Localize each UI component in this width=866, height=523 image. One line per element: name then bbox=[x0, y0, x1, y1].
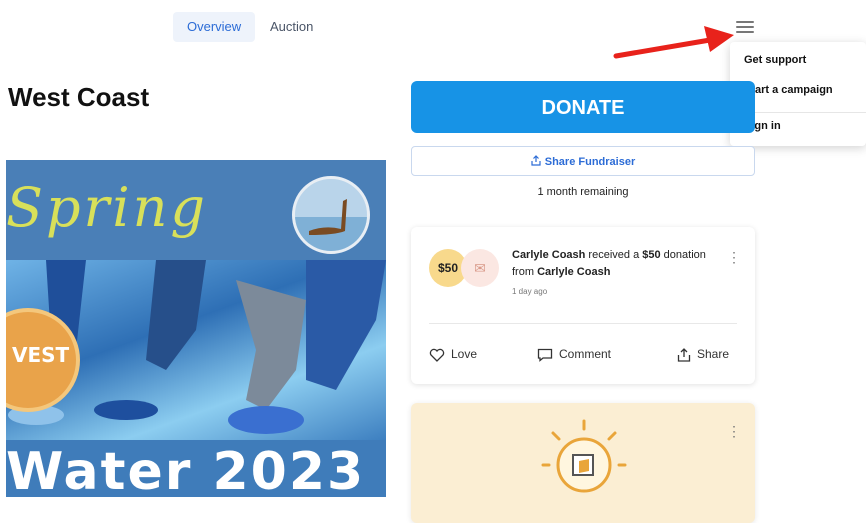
heart-icon bbox=[429, 348, 445, 362]
menu-item-get-support[interactable]: Get support bbox=[744, 54, 806, 66]
tab-auction[interactable]: Auction bbox=[256, 12, 327, 42]
poster-badge-text: VEST bbox=[12, 343, 70, 367]
campaign-title: West Coast bbox=[8, 82, 150, 112]
milestone-card: ⋮ bbox=[411, 403, 755, 523]
sun-icon bbox=[541, 419, 627, 493]
share-icon bbox=[677, 347, 691, 362]
share-button[interactable]: Share bbox=[677, 347, 729, 362]
comment-button[interactable]: Comment bbox=[537, 347, 611, 362]
activity-from[interactable]: Carlyle Coash bbox=[537, 266, 610, 278]
campaign-poster-image: Spring VEST Water 2023 bbox=[6, 160, 386, 497]
time-remaining: 1 month remaining bbox=[537, 186, 629, 198]
share-icon bbox=[531, 155, 541, 166]
tab-overview[interactable]: Overview bbox=[173, 12, 256, 42]
gift-icon: ✉ bbox=[461, 249, 499, 287]
kebab-icon[interactable]: ⋮ bbox=[727, 423, 741, 440]
share-fundraiser-button[interactable]: Share Fundraiser bbox=[411, 146, 755, 176]
hamburger-icon[interactable] bbox=[736, 18, 754, 36]
activity-timestamp: 1 day ago bbox=[512, 287, 548, 296]
activity-donor[interactable]: Carlyle Coash bbox=[512, 249, 585, 261]
card-divider bbox=[429, 323, 737, 324]
activity-text: Carlyle Coash received a $50 donation fr… bbox=[512, 249, 706, 278]
donation-activity-card: $50 ✉ Carlyle Coash received a $50 donat… bbox=[411, 227, 755, 384]
poster-title-text: Spring bbox=[6, 176, 208, 239]
comment-icon bbox=[537, 348, 553, 362]
red-arrow-annotation bbox=[613, 26, 734, 59]
kebab-icon[interactable]: ⋮ bbox=[727, 249, 741, 266]
poster-bottom-text: Water 2023 bbox=[6, 442, 366, 497]
share-fundraiser-label: Share Fundraiser bbox=[544, 156, 636, 168]
love-button[interactable]: Love bbox=[429, 347, 477, 362]
donate-button[interactable]: DONATE bbox=[411, 81, 755, 133]
poster-logo bbox=[292, 176, 370, 254]
menu-item-start-campaign[interactable]: Start a campaign bbox=[744, 84, 833, 96]
